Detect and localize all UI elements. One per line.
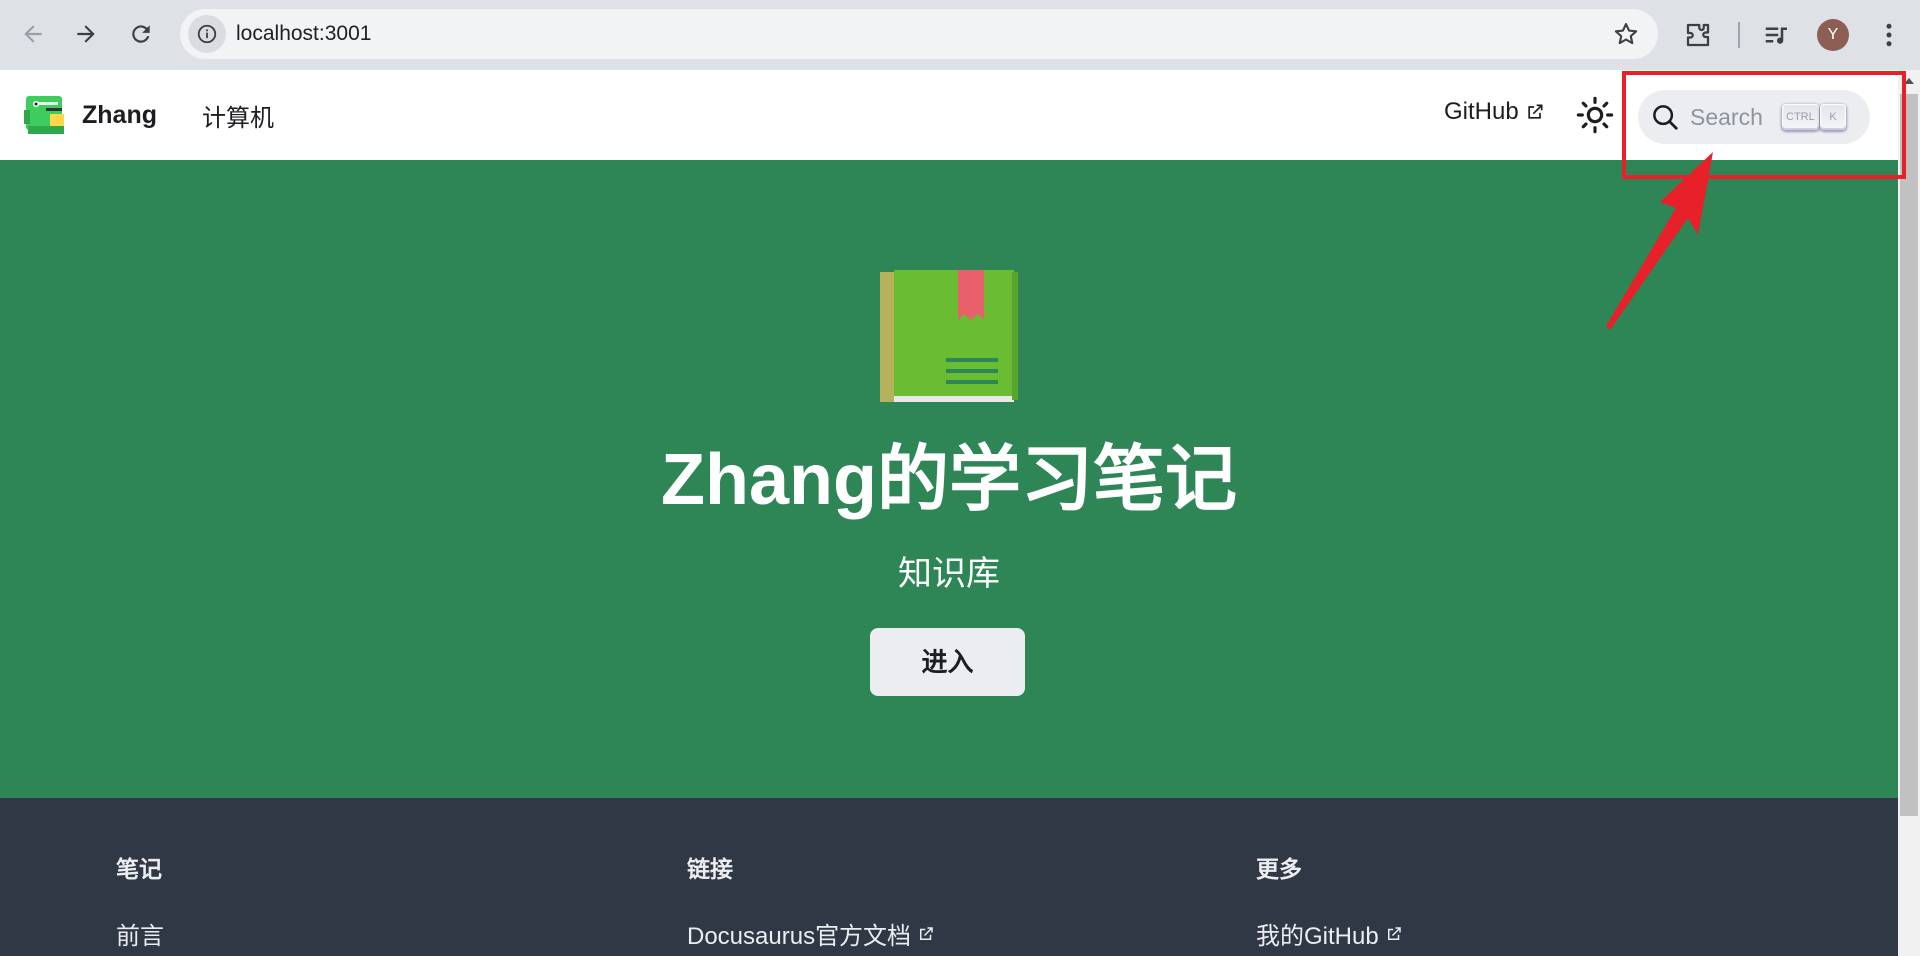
back-arrow-icon bbox=[24, 25, 42, 43]
site-footer: 笔记 前言 链接 Docusaurus官方文档 更多 我的GitHub bbox=[0, 798, 1898, 956]
footer-column-notes: 笔记 前言 bbox=[116, 850, 164, 951]
footer-link-label: Docusaurus官方文档 bbox=[687, 923, 912, 950]
footer-column-title: 笔记 bbox=[116, 856, 162, 882]
footer-column-more: 更多 我的GitHub bbox=[1256, 850, 1403, 951]
brand-link[interactable]: Zhang bbox=[24, 94, 157, 136]
browser-toolbar: localhost:3001 Y bbox=[0, 0, 1920, 70]
scrollbar-thumb[interactable] bbox=[1900, 94, 1918, 816]
reload-icon bbox=[132, 25, 150, 43]
footer-column-links: 链接 Docusaurus官方文档 bbox=[687, 850, 935, 951]
hero-title: Zhang的学习笔记 bbox=[661, 440, 1237, 520]
address-bar[interactable]: localhost:3001 bbox=[180, 9, 1658, 59]
extensions-icon[interactable] bbox=[1683, 20, 1713, 50]
bookmark-star-icon[interactable] bbox=[1612, 20, 1640, 48]
external-link-icon bbox=[920, 926, 933, 940]
enter-button[interactable]: 进入 bbox=[870, 628, 1025, 696]
back-button[interactable] bbox=[13, 14, 53, 54]
reload-button[interactable] bbox=[121, 14, 161, 54]
footer-link-label: 前言 bbox=[116, 923, 164, 950]
footer-link-my-github[interactable]: 我的GitHub bbox=[1256, 916, 1403, 951]
footer-column-title: 链接 bbox=[687, 856, 733, 882]
theme-toggle-sun-icon[interactable] bbox=[1576, 96, 1614, 134]
footer-link-preface[interactable]: 前言 bbox=[116, 916, 164, 951]
page-scrollbar[interactable] bbox=[1898, 70, 1920, 956]
toolbar-divider bbox=[1738, 22, 1740, 48]
nav-github-label: GitHub bbox=[1444, 98, 1519, 125]
external-link-icon bbox=[1387, 926, 1401, 940]
annotation-arrow-icon bbox=[1606, 152, 1713, 330]
nav-link-github[interactable]: GitHub bbox=[1444, 98, 1545, 126]
book-logo-icon bbox=[880, 270, 1018, 402]
footer-column-title: 更多 bbox=[1256, 856, 1302, 882]
nav-link-computer[interactable]: 计算机 bbox=[202, 98, 274, 133]
media-queue-icon[interactable] bbox=[1762, 20, 1792, 50]
forward-button[interactable] bbox=[66, 14, 106, 54]
hero-subtitle: 知识库 bbox=[898, 555, 1000, 593]
url-text[interactable]: localhost:3001 bbox=[236, 9, 371, 59]
more-vertical-icon[interactable] bbox=[1874, 20, 1904, 50]
brand-title: Zhang bbox=[82, 100, 157, 129]
external-link-icon bbox=[1528, 104, 1543, 119]
footer-link-label: 我的GitHub bbox=[1256, 923, 1379, 950]
dinosaur-logo-icon bbox=[24, 96, 64, 134]
footer-link-docusaurus[interactable]: Docusaurus官方文档 bbox=[687, 916, 935, 951]
profile-avatar[interactable]: Y bbox=[1817, 19, 1849, 51]
site-info-icon[interactable] bbox=[188, 15, 226, 53]
forward-arrow-icon bbox=[77, 25, 95, 43]
